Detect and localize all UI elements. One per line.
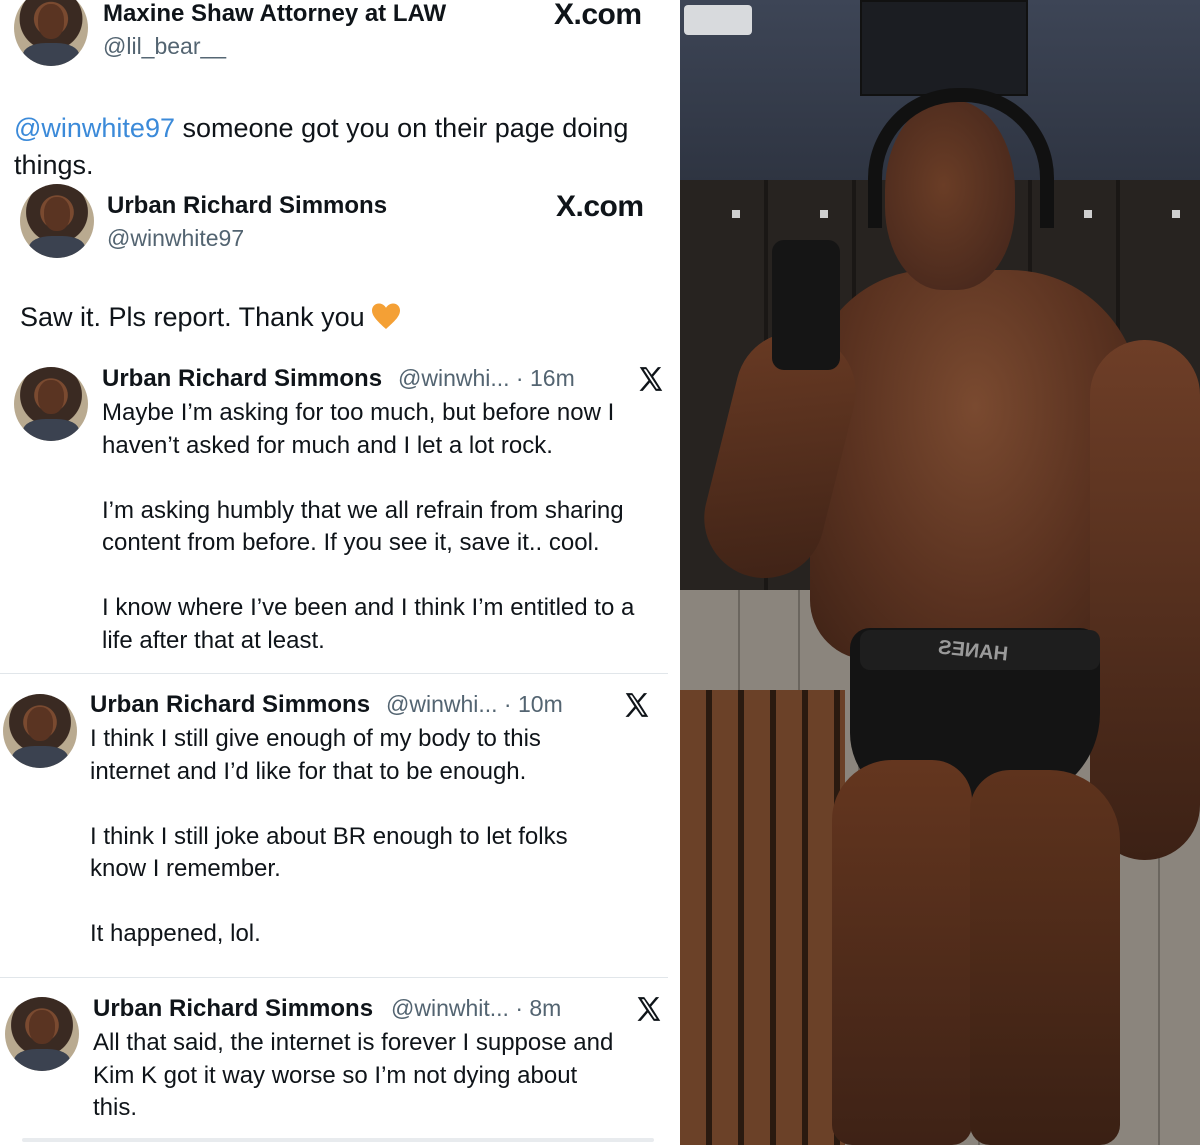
tweet-meta[interactable]: @winwhit... · 8m [391,995,561,1022]
x-com-logo: X.com [554,0,642,32]
tweet-text-content: Saw it. Pls report. Thank you [20,302,365,332]
display-name[interactable]: Maxine Shaw Attorney at LAW [103,0,446,28]
right-arm [1090,340,1200,860]
x-com-label: X.com [554,0,642,31]
tweet-text: All that said, the internet is forever I… [93,1029,614,1121]
tweet-text: Maybe I’m asking for too much, but befor… [102,399,635,654]
left-leg [832,760,972,1145]
tweet-meta[interactable]: @winwhi... · 10m [386,691,563,718]
x-logo-icon[interactable] [636,364,666,394]
tweet-text: I think I still give enough of my body t… [90,725,568,947]
user-handle[interactable]: @lil_bear__ [103,33,226,60]
avatar[interactable] [3,694,77,768]
orange-heart-icon [371,303,400,329]
display-name[interactable]: Urban Richard Simmons [102,365,382,393]
avatar[interactable] [14,0,88,66]
wooden-bench [680,690,845,1145]
tweet-text: @winwhite97 someone got you on their pag… [14,110,674,184]
right-leg [970,770,1120,1145]
tv-screen [860,0,1028,96]
gym-selfie-photo: HANES [680,0,1200,1145]
x-logo-icon[interactable] [622,690,652,720]
x-com-label: X.com [556,190,644,223]
avatar[interactable] [14,367,88,441]
display-name[interactable]: Urban Richard Simmons [93,995,373,1023]
x-logo-icon[interactable] [634,994,664,1024]
mention-link[interactable]: @winwhite97 [14,113,175,143]
phone [772,240,840,370]
display-name[interactable]: Urban Richard Simmons [107,192,387,220]
tweet-collage: Maxine Shaw Attorney at LAW @lil_bear__ … [0,0,680,1145]
tweet-text: Saw it. Pls report. Thank you [20,300,401,334]
tweet-meta[interactable]: @winwhi... · 16m [398,365,575,392]
display-name[interactable]: Urban Richard Simmons [90,691,370,719]
divider [0,673,668,674]
divider [0,977,668,978]
avatar[interactable] [20,184,94,258]
user-handle[interactable]: @winwhite97 [107,225,244,252]
x-com-logo: X.com [556,190,644,224]
avatar[interactable] [5,997,79,1071]
wall-sign [684,5,752,35]
bottom-divider [22,1138,654,1142]
